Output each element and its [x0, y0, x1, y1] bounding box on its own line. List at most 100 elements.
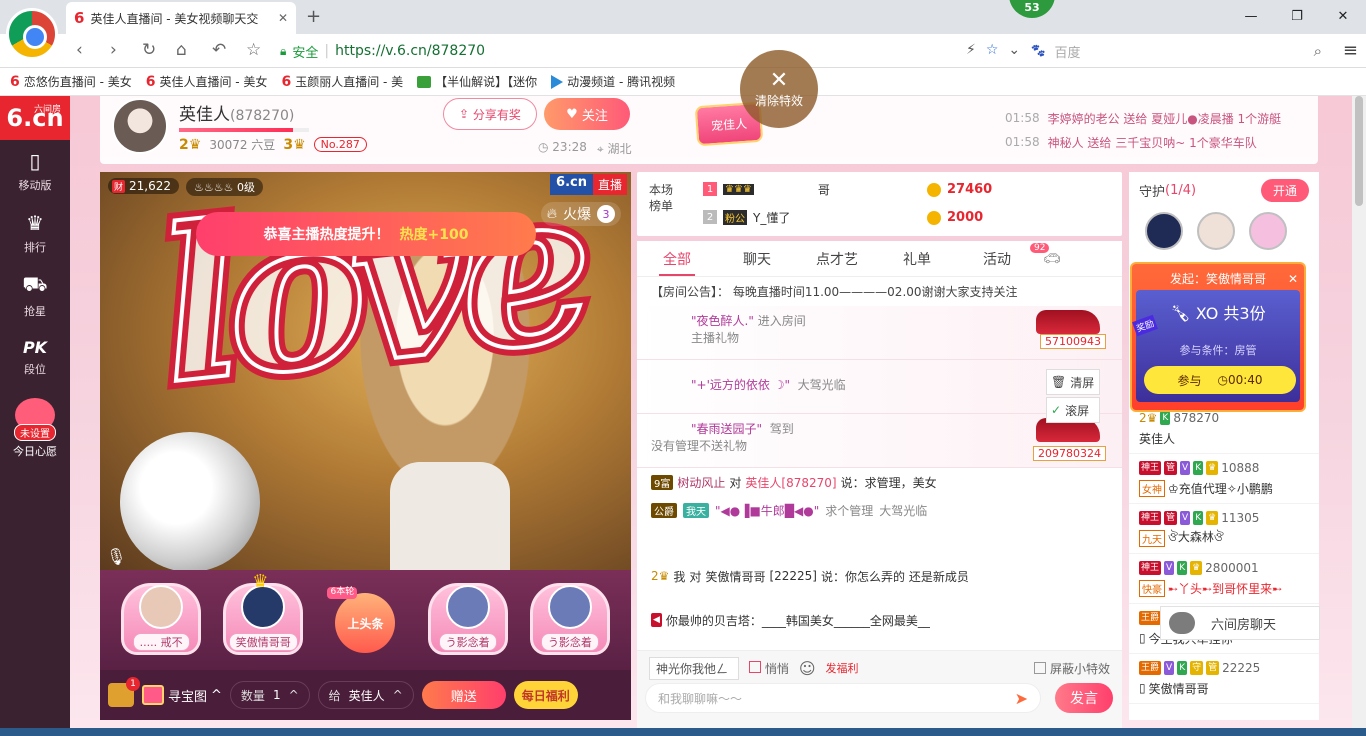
whisper-toggle[interactable]: 悄悄	[749, 660, 789, 677]
host-level-bar	[179, 128, 309, 132]
coin-icon	[927, 210, 941, 225]
reload-icon[interactable]: ↻	[142, 40, 156, 60]
bookmark-item[interactable]: 【半仙解说】【迷你	[417, 73, 537, 90]
rank-label[interactable]: 本场 榜单	[649, 182, 673, 214]
share-button[interactable]: ⇪ 分享有奖	[443, 98, 537, 130]
tab-chat[interactable]: 聊天	[717, 249, 797, 269]
mic-icon[interactable]: 🎙︎	[106, 547, 126, 566]
guard-header: 守护 (1/4) 开通	[1129, 172, 1319, 208]
6cn-icon: 6	[74, 9, 85, 27]
back-icon[interactable]: ‹	[76, 40, 83, 60]
avatar[interactable]	[1197, 212, 1235, 250]
minimize-icon[interactable]: —	[1228, 0, 1274, 32]
flash-icon[interactable]: ⚡	[966, 42, 976, 58]
recipient-field[interactable]: 给英佳人 ^	[317, 681, 414, 709]
page-scrollbar[interactable]	[1352, 96, 1366, 736]
bookmark-item[interactable]: 6 英佳人直播间 - 美女	[146, 73, 268, 90]
rank-row[interactable]: 1 ♛♛♛ 哥	[703, 178, 830, 200]
tab-all[interactable]: 全部	[637, 249, 717, 269]
list-item[interactable]: 王爵 V K 守管 22225 ▯ 笑傲情哥哥	[1129, 654, 1319, 704]
send-message-button[interactable]: 发言	[1055, 683, 1113, 713]
treasure-map-button[interactable]: 寻宝图 ^	[142, 685, 222, 705]
chat-float-button[interactable]: 六间房聊天	[1160, 606, 1320, 640]
welfare-button[interactable]: 发福利	[826, 660, 859, 676]
chat-tabs: 全部 聊天 点才艺 礼单 活动 🚗︎ 92	[637, 241, 1122, 277]
list-item[interactable]: 神王管 V K ♛ 11305 九天 ঔ大森林ঔ	[1129, 504, 1319, 554]
guard-avatars	[1129, 208, 1319, 254]
bag-icon[interactable]: 1	[108, 677, 140, 707]
new-tab-button[interactable]: +	[306, 6, 321, 27]
chat-input[interactable]: 和我聊聊嘛～～ ➤	[645, 683, 1041, 713]
phone-icon: ▯	[1139, 681, 1146, 695]
chat-target-select[interactable]: 神光你我他ㄥ	[649, 656, 739, 680]
clear-screen-button[interactable]: 🗑︎ 清屏	[1046, 369, 1100, 395]
dropdown-icon[interactable]: ⌄	[1008, 42, 1020, 58]
avatar[interactable]	[1249, 212, 1287, 250]
host-rank-badge[interactable]: No.287	[313, 137, 367, 152]
close-tab-icon[interactable]: ✕	[278, 11, 288, 25]
daily-welfare-button[interactable]: 每日福利	[513, 681, 578, 709]
seat[interactable]: ♛ 笑傲情哥哥	[219, 571, 307, 663]
search-placeholder: 百度	[1054, 45, 1081, 61]
rank-score: 2000	[927, 210, 983, 225]
car-image	[1036, 310, 1100, 334]
list-item[interactable]: 神王管 V K ♛ 10888 女神 ♔充值代理✧小鹏鹏	[1129, 454, 1319, 504]
menu-icon[interactable]: ≡	[1343, 40, 1358, 61]
gift-icon	[142, 685, 164, 705]
video-cat-shirt	[390, 462, 510, 570]
gift-bar: 1 寻宝图 ^ 数量 1 ^ 给英佳人 ^ 赠送 每日福利	[100, 670, 631, 720]
forward-icon[interactable]: ›	[110, 40, 117, 60]
favorite-icon[interactable]: ☆	[986, 42, 999, 58]
host-avatar[interactable]	[112, 98, 168, 154]
close-icon[interactable]: ✕	[1288, 268, 1298, 290]
seat[interactable]: う影念着	[424, 577, 512, 663]
level-badge: ♨♨♨♨ 0级	[186, 178, 263, 196]
close-window-icon[interactable]: ✕	[1320, 0, 1366, 32]
send-gift-button[interactable]: 赠送	[421, 681, 506, 709]
search-input[interactable]: 🐾︎ 百度	[1030, 39, 1330, 63]
nav-pk[interactable]: PK 段位	[0, 326, 70, 388]
quantity-field[interactable]: 数量 1 ^	[229, 681, 310, 709]
video-logo: 6.cn 直播	[550, 174, 627, 195]
bookmark-item[interactable]: 6 玉颜丽人直播间 - 美	[281, 73, 403, 90]
chat-float-tools: 🗑︎ 清屏 ✓ 滚屏	[1046, 369, 1100, 425]
follow-button[interactable]: ♥ 关注	[544, 98, 630, 130]
clear-effects-button[interactable]: ✕ 清除特效	[740, 50, 818, 128]
url-text: https://v.6.cn/878270	[335, 43, 486, 59]
nav-wish[interactable]: 未设置 今日心愿	[0, 388, 70, 468]
fire-badge[interactable]: 🔥︎ 火爆 3	[540, 202, 621, 226]
live-video[interactable]: love love 财 21,622 ♨♨♨♨ 0级 6.cn 直播 🔥︎ 火爆 3 恭…	[100, 172, 631, 570]
join-lottery-button[interactable]: 参与 ◷00:40	[1144, 366, 1296, 394]
avatar[interactable]	[1145, 212, 1183, 250]
bookmark-item[interactable]: 6 恋悠伤直播间 - 美女	[10, 73, 132, 90]
notify-badge[interactable]: 53	[1009, 0, 1055, 18]
url-field[interactable]: 🔒︎ 安全 | https://v.6.cn/878270	[280, 39, 1030, 63]
block-effects-toggle[interactable]: 屏蔽小特效	[1033, 660, 1110, 677]
bookmark-star-icon[interactable]: ☆	[246, 40, 261, 60]
home-icon[interactable]: ⌂	[176, 40, 187, 60]
bookmark-item[interactable]: 动漫频道 - 腾讯视频	[551, 73, 675, 90]
restore-icon[interactable]: ❐	[1274, 0, 1320, 32]
site-logo[interactable]: 六间房 6.cn	[0, 96, 70, 140]
browser-tab[interactable]: 6 英佳人直播间 - 美女视频聊天交 ✕	[66, 2, 296, 34]
coin-icon	[927, 182, 941, 197]
rank-row[interactable]: 2 粉公 Y_懂了	[703, 206, 790, 228]
undo-icon[interactable]: ↶	[212, 40, 226, 60]
car-icon[interactable]: 🚗︎ 92	[1012, 243, 1092, 267]
gift-feed: 01:58 李婷婷的老公 送给 夏娅儿●凌晨播 1个游艇 01:58 神秘人 送给 …	[1005, 106, 1305, 154]
open-guard-button[interactable]: 开通	[1260, 178, 1309, 202]
clock-icon: ◷ 23:28	[538, 140, 587, 154]
scroll-screen-button[interactable]: ✓ 滚屏	[1046, 397, 1100, 423]
seat[interactable]: ..... 戒不	[117, 577, 205, 663]
nav-mobile[interactable]: ▯ 移动版	[0, 140, 70, 202]
nav-grab-star[interactable]: ⛟ 抢星	[0, 264, 70, 326]
headline-seat[interactable]: 上头条 6本轮	[321, 577, 409, 663]
emoji-icon[interactable]: ☺	[799, 659, 816, 678]
tab-talent[interactable]: 点才艺	[797, 249, 877, 269]
tab-gifts[interactable]: 礼单	[877, 249, 957, 269]
rank-score: 27460	[927, 182, 992, 197]
list-item[interactable]: 神王 V K ♛ 2800001 快豪 ➸丫头➸到哥怀里来➸	[1129, 554, 1319, 604]
nav-rank[interactable]: ♛ 排行	[0, 202, 70, 264]
search-icon[interactable]: ⌕	[1314, 42, 1322, 60]
seat[interactable]: う影念着	[526, 577, 614, 663]
